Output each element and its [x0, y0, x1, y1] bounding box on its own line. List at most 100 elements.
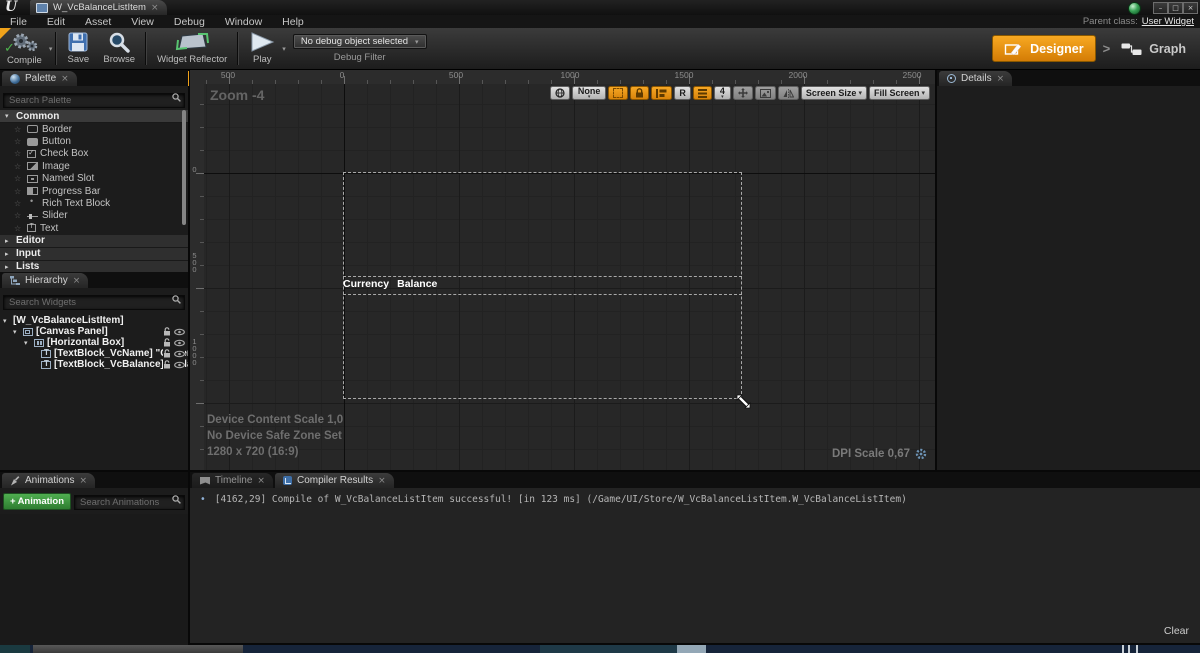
palette-item-button[interactable]: ☆ Button — [0, 135, 188, 147]
hierarchy-node-textblock-vcbalance[interactable]: [TextBlock_VcBalance] "Balance" — [0, 359, 188, 370]
preview-balance-text[interactable]: Balance — [397, 278, 437, 290]
menu-edit[interactable]: Edit — [37, 16, 75, 28]
tab-details[interactable]: Details × — [939, 71, 1012, 86]
palette-category-common[interactable]: ▾ Common — [0, 110, 188, 123]
palette-item-image[interactable]: ☆ Image — [0, 160, 188, 172]
palette-search-input[interactable] — [3, 93, 185, 108]
hierarchy-node-root[interactable]: ▾ [W_VcBalanceListItem] — [0, 315, 188, 326]
favorite-star-icon[interactable]: ☆ — [14, 187, 23, 196]
compile-options-caret-icon[interactable]: ▾ — [49, 45, 53, 53]
unlocked-icon[interactable] — [163, 338, 171, 347]
add-animation-label: Animation — [18, 496, 64, 507]
hierarchy-node-textblock-vcname[interactable]: [TextBlock_VcName] "Currency" — [0, 348, 188, 359]
menu-help[interactable]: Help — [272, 16, 314, 28]
preview-background-button[interactable] — [755, 86, 776, 100]
designer-mode-button[interactable]: Designer — [992, 35, 1096, 62]
menu-file[interactable]: File — [0, 16, 37, 28]
tab-animations[interactable]: Animations × — [2, 473, 95, 488]
palette-category-editor[interactable]: ▸ Editor — [0, 235, 188, 248]
palette-item-named-slot[interactable]: ☆ Named Slot — [0, 173, 188, 185]
unlocked-icon[interactable] — [163, 360, 171, 369]
menu-view[interactable]: View — [121, 16, 164, 28]
tab-palette[interactable]: Palette × — [2, 71, 77, 86]
palette-category-input[interactable]: ▸ Input — [0, 248, 188, 261]
taskbar-app-button[interactable] — [33, 645, 243, 653]
hierarchy-search-input[interactable] — [3, 295, 185, 310]
favorite-star-icon[interactable]: ☆ — [14, 149, 23, 158]
clear-log-button[interactable]: Clear — [1164, 625, 1189, 637]
favorite-star-icon[interactable]: ☆ — [14, 224, 23, 233]
favorite-star-icon[interactable]: ☆ — [14, 199, 23, 208]
tab-hierarchy[interactable]: Hierarchy × — [2, 273, 88, 288]
screen-size-dropdown[interactable]: Screen Size ▾ — [801, 86, 867, 100]
favorite-star-icon[interactable]: ☆ — [14, 137, 23, 146]
favorite-star-icon[interactable]: ☆ — [14, 125, 23, 134]
close-icon[interactable]: × — [61, 74, 69, 84]
tab-compiler-results[interactable]: Compiler Results × — [275, 473, 394, 488]
grid-rows-button[interactable] — [693, 86, 712, 100]
gear-icon[interactable] — [915, 448, 927, 460]
menu-window[interactable]: Window — [215, 16, 272, 28]
palette-item-border[interactable]: ☆ Border — [0, 123, 188, 135]
design-canvas[interactable]: Currency Balance Zoom -4 — [204, 84, 935, 470]
preview-currency-text[interactable]: Currency — [343, 278, 389, 290]
palette-item-progress-bar[interactable]: ☆ Progress Bar — [0, 185, 188, 197]
palette-item-checkbox[interactable]: ☆ Check Box — [0, 148, 188, 160]
visibility-eye-icon[interactable] — [174, 339, 185, 347]
favorite-star-icon[interactable]: ☆ — [14, 211, 23, 220]
close-icon[interactable]: × — [73, 276, 81, 286]
save-button[interactable]: Save — [60, 28, 96, 69]
search-icon — [172, 295, 181, 304]
snap-to-grid-button[interactable] — [651, 86, 672, 100]
parent-class-value[interactable]: User Widget — [1142, 16, 1194, 27]
chevron-expanded-icon[interactable]: ▾ — [13, 328, 20, 336]
grid-snap-size-dropdown[interactable]: 4 ▾ — [714, 86, 731, 100]
palette-item-rich-text-block[interactable]: ☆ Rich Text Block — [0, 197, 188, 209]
palette-item-slider[interactable]: ☆ Slider — [0, 210, 188, 222]
animations-search-input[interactable] — [74, 495, 185, 510]
add-animation-button[interactable]: + Animation — [3, 493, 71, 510]
unlocked-icon[interactable] — [163, 327, 171, 336]
close-icon[interactable]: × — [151, 3, 159, 13]
close-window-button[interactable]: × — [1183, 2, 1198, 14]
debug-filter-dropdown[interactable]: No debug object selected ▾ — [293, 34, 427, 49]
browse-button[interactable]: Browse — [96, 28, 142, 69]
palette-item-text[interactable]: ☆ Text — [0, 222, 188, 234]
localization-preview-button[interactable] — [550, 86, 570, 100]
hierarchy-node-horizontal-box[interactable]: ▾ [Horizontal Box] — [0, 337, 188, 348]
close-icon[interactable]: × — [997, 74, 1005, 84]
visibility-eye-icon[interactable] — [174, 328, 185, 336]
respect-locks-button[interactable]: R — [674, 86, 691, 100]
menu-asset[interactable]: Asset — [75, 16, 121, 28]
flow-direction-dropdown[interactable]: None ▾ — [572, 86, 607, 100]
play-button[interactable]: Play — [242, 32, 282, 65]
widget-reflector-button[interactable]: Widget Reflector — [150, 28, 234, 69]
favorite-star-icon[interactable]: ☆ — [14, 174, 23, 183]
graph-mode-button[interactable]: Graph — [1117, 42, 1190, 56]
document-tab[interactable]: W_VcBalanceListItem × — [30, 0, 167, 15]
chevron-expanded-icon[interactable]: ▾ — [24, 339, 31, 347]
mirror-preview-button[interactable] — [778, 86, 799, 100]
close-icon[interactable]: × — [79, 476, 87, 486]
unlocked-icon[interactable] — [163, 349, 171, 358]
minimize-button[interactable]: – — [1153, 2, 1168, 14]
widget-preview-text[interactable]: Currency Balance — [343, 278, 437, 290]
visibility-eye-icon[interactable] — [174, 361, 185, 369]
fill-screen-dropdown[interactable]: Fill Screen ▾ — [869, 86, 930, 100]
taskbar-active-button[interactable] — [677, 645, 706, 653]
hierarchy-node-canvas-panel[interactable]: ▾ [Canvas Panel] — [0, 326, 188, 337]
favorite-star-icon[interactable]: ☆ — [14, 162, 23, 171]
browse-magnifier-icon — [107, 32, 131, 53]
toggle-outlines-button[interactable] — [608, 86, 628, 100]
restore-button[interactable]: □ — [1168, 2, 1183, 14]
menu-debug[interactable]: Debug — [164, 16, 215, 28]
palette-scrollbar[interactable] — [182, 110, 186, 225]
tab-timeline[interactable]: Timeline × — [192, 473, 273, 488]
lock-widgets-button[interactable] — [630, 86, 649, 100]
chevron-expanded-icon[interactable]: ▾ — [3, 317, 10, 325]
visibility-eye-icon[interactable] — [174, 350, 185, 358]
compiler-log-entry[interactable]: • [4162,29] Compile of W_VcBalanceListIt… — [190, 488, 1200, 511]
close-icon[interactable]: × — [257, 476, 265, 486]
transform-mode-button[interactable] — [733, 86, 753, 100]
close-icon[interactable]: × — [378, 476, 386, 486]
